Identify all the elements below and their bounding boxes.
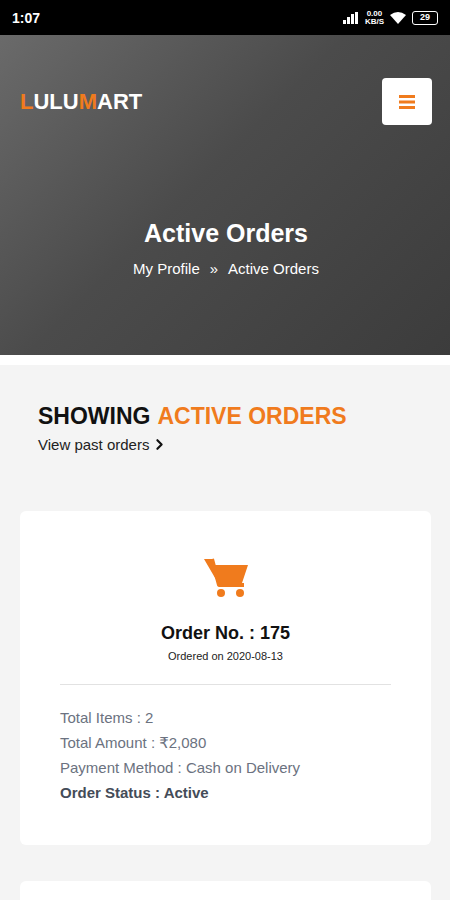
header: LULUMART <box>20 78 432 125</box>
breadcrumb-item: Active Orders <box>228 260 319 277</box>
order-date: Ordered on 2020-08-13 <box>168 650 283 662</box>
page: 1:070.00KB/S29LULUMARTActive OrdersMy Pr… <box>0 0 450 900</box>
cart-icon <box>202 555 250 599</box>
battery: 29 <box>412 11 438 25</box>
order-detail: Payment Method : Cash on Delivery <box>60 755 391 780</box>
menu-button[interactable] <box>382 78 432 125</box>
order-detail: Order Status : Active <box>60 780 391 805</box>
status-bar: 1:07 0.00KB/S 29 <box>0 0 450 35</box>
page-title: Active Orders <box>144 219 308 248</box>
order-detail: Total Items : 2 <box>60 705 391 730</box>
order-detail: Total Amount : ₹2,080 <box>60 730 391 755</box>
chevron-right-icon <box>151 436 168 453</box>
order-number: Order No. : 175 <box>161 623 290 644</box>
breadcrumb: My Profile » Active Orders <box>133 260 319 277</box>
breadcrumb-separator: » <box>210 260 218 277</box>
logo[interactable]: LULUMART <box>20 89 142 115</box>
signal-icon <box>343 12 359 24</box>
order-card[interactable] <box>20 881 431 900</box>
divider <box>60 684 391 685</box>
order-list: Order No. : 175 Ordered on 2020-08-13 Tota… <box>20 511 431 900</box>
status-time: 1:07 <box>12 10 40 26</box>
wifi-icon <box>390 12 406 24</box>
network-speed: 0.00KB/S <box>365 10 384 26</box>
past-orders-link[interactable]: View past orders <box>38 436 431 453</box>
breadcrumb-item[interactable]: My Profile <box>133 260 200 277</box>
hero-banner: LULUMART Active Orders My Profile » Active O… <box>0 35 450 355</box>
menu-icon <box>399 95 415 109</box>
section-title: SHOWINGACTIVE ORDERS <box>38 403 431 430</box>
orders-section: SHOWINGACTIVE ORDERS View past orders Orde… <box>0 365 450 900</box>
order-card[interactable]: Order No. : 175 Ordered on 2020-08-13 Tota… <box>20 511 431 845</box>
